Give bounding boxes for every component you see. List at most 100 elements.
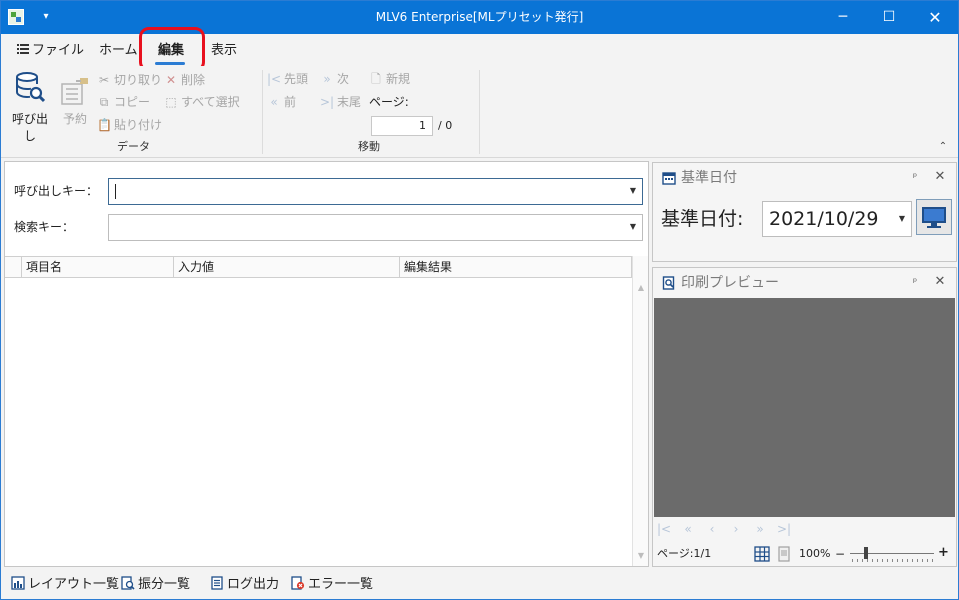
reserve-button[interactable]: 予約 [57, 72, 93, 128]
ribbon-panel: 呼び出し 予約 ✂ 切り取り ✕ 削除 ⧉ コピー ⬚ すべて選択 📋 貼り付け データ … [1, 66, 958, 158]
bottom-tool-bar: レイアウト一覧 振分一覧 ログ出力 エラー一覧 [1, 569, 958, 599]
preview-prev-icon[interactable]: ‹ [703, 521, 721, 537]
chevron-down-icon[interactable]: ▼ [628, 222, 638, 232]
delete-x-icon: ✕ [165, 73, 177, 87]
pin-icon[interactable]: ᵖ [909, 172, 921, 184]
page-total: / 0 [438, 119, 453, 132]
cut-label: 切り取り [114, 73, 163, 87]
first-label: 先頭 [284, 72, 309, 86]
copy-label: コピー [114, 95, 151, 109]
close-icon[interactable]: ✕ [933, 275, 947, 289]
scroll-up-icon[interactable]: ▲ [633, 282, 649, 294]
copy-icon: ⧉ [99, 95, 109, 109]
next-button[interactable]: » 次 [320, 70, 349, 88]
preview-first-page-icon[interactable]: |< [655, 521, 673, 537]
close-icon[interactable]: ✕ [933, 170, 947, 184]
grid-body[interactable] [5, 278, 632, 566]
paste-button[interactable]: 📋 貼り付け [97, 116, 162, 134]
tab-file-label: ファイル [32, 43, 85, 58]
chevron-down-icon[interactable]: ▼ [897, 214, 907, 224]
select-all-label: すべて選択 [181, 95, 240, 109]
single-page-icon[interactable] [776, 546, 792, 562]
new-button[interactable]: 🗋 新規 [369, 70, 410, 88]
zoom-out-icon[interactable]: − [835, 546, 845, 562]
base-date-panel-header: 基準日付 ᵖ ✕ [653, 163, 956, 193]
error-list-button[interactable]: エラー一覧 [291, 576, 373, 594]
chevron-down-icon[interactable]: ▼ [628, 186, 638, 196]
maximize-button[interactable]: ☐ [866, 1, 912, 34]
clipboard-icon: 📋 [97, 118, 112, 132]
close-button[interactable]: ✕ [912, 1, 958, 34]
app-logo-icon [8, 9, 24, 25]
column-header-edit-result[interactable]: 編集結果 [400, 257, 631, 277]
delete-button[interactable]: ✕ 削除 [164, 71, 205, 89]
next-icon: » [323, 72, 331, 86]
base-date-picker[interactable]: 2021/10/29 ▼ [762, 201, 912, 237]
zoom-slider-thumb[interactable] [864, 547, 868, 559]
print-preview-panel: 印刷プレビュー ᵖ ✕ |< « ‹ › » >| ページ:1/1 100% −… [652, 267, 957, 567]
database-search-icon [16, 72, 45, 103]
preview-last-page-icon[interactable]: >| [775, 521, 793, 537]
print-preview-icon [662, 276, 675, 290]
text-caret [115, 184, 116, 199]
grid-vertical-scrollbar[interactable]: ▲ ▼ [632, 256, 648, 566]
group-label-data: データ [117, 140, 150, 153]
layout-list-icon [11, 576, 25, 590]
page-label: ページ: [369, 95, 409, 109]
group-separator [262, 70, 263, 154]
last-label: 末尾 [337, 95, 362, 109]
monitor-button[interactable] [916, 199, 952, 235]
last-page-icon: >| [320, 95, 335, 109]
call-key-combo[interactable]: ▼ [108, 178, 643, 205]
layout-list-button[interactable]: レイアウト一覧 [11, 576, 119, 594]
grid-row-header [5, 256, 21, 278]
log-output-button[interactable]: ログ出力 [210, 576, 279, 594]
new-label: 新規 [386, 72, 411, 86]
edit-pane: 呼び出しキー： ▼ 検索キー： ▼ 項目名 入力値 編集結果 ▲ ▼ [4, 161, 649, 567]
error-list-label: エラー一覧 [308, 577, 374, 592]
grid-header: 項目名 入力値 編集結果 [21, 256, 632, 278]
select-all-icon: ⬚ [165, 95, 177, 109]
zoom-slider-ticks [852, 559, 934, 562]
multi-page-icon[interactable] [754, 546, 770, 562]
print-preview-panel-title: 印刷プレビュー [681, 275, 779, 291]
select-all-button[interactable]: ⬚ すべて選択 [164, 93, 240, 111]
call-button-label: 呼び出し [11, 112, 48, 143]
new-document-icon: 🗋 [371, 72, 381, 86]
delete-label: 削除 [181, 73, 206, 87]
first-button[interactable]: |< 先頭 [267, 70, 308, 88]
minimize-button[interactable]: ─ [820, 1, 866, 34]
zoom-in-icon[interactable]: + [938, 545, 949, 561]
column-header-item-name[interactable]: 項目名 [22, 257, 174, 277]
preview-prev-fast-icon[interactable]: « [679, 521, 697, 537]
preview-next-icon[interactable]: › [727, 521, 745, 537]
scroll-down-icon[interactable]: ▼ [633, 550, 649, 562]
tab-view[interactable]: 表示 [211, 41, 237, 61]
last-button[interactable]: >| 末尾 [320, 93, 361, 111]
preview-next-fast-icon[interactable]: » [751, 521, 769, 537]
zoom-slider-track[interactable] [850, 553, 934, 554]
zoom-level: 100% [799, 547, 831, 560]
cut-button[interactable]: ✂ 切り取り [97, 71, 162, 89]
sort-list-button[interactable]: 振分一覧 [121, 576, 190, 594]
tab-file[interactable]: ファイル [17, 41, 84, 61]
search-key-label: 検索キー： [14, 220, 75, 234]
sort-list-label: 振分一覧 [138, 577, 191, 592]
preview-page-status: ページ:1/1 [657, 547, 712, 560]
copy-button[interactable]: ⧉ コピー [97, 93, 150, 111]
first-page-icon: |< [267, 72, 282, 86]
paste-label: 貼り付け [114, 118, 163, 132]
preview-canvas[interactable] [654, 298, 955, 517]
prev-button[interactable]: «前 [267, 93, 296, 111]
column-header-input-value[interactable]: 入力値 [174, 257, 400, 277]
search-key-combo[interactable]: ▼ [108, 214, 643, 241]
page-number-input[interactable]: 1 [371, 116, 433, 136]
pin-icon[interactable]: ᵖ [909, 277, 921, 289]
call-button[interactable]: 呼び出し [7, 72, 53, 143]
sort-list-icon [121, 576, 135, 590]
group-label-move: 移動 [358, 140, 380, 153]
tab-home[interactable]: ホーム [99, 41, 138, 61]
quick-access-dropdown-icon[interactable]: ▾ [39, 10, 53, 24]
collapse-ribbon-icon[interactable]: ⌃ [937, 141, 949, 153]
list-icon [17, 44, 29, 54]
